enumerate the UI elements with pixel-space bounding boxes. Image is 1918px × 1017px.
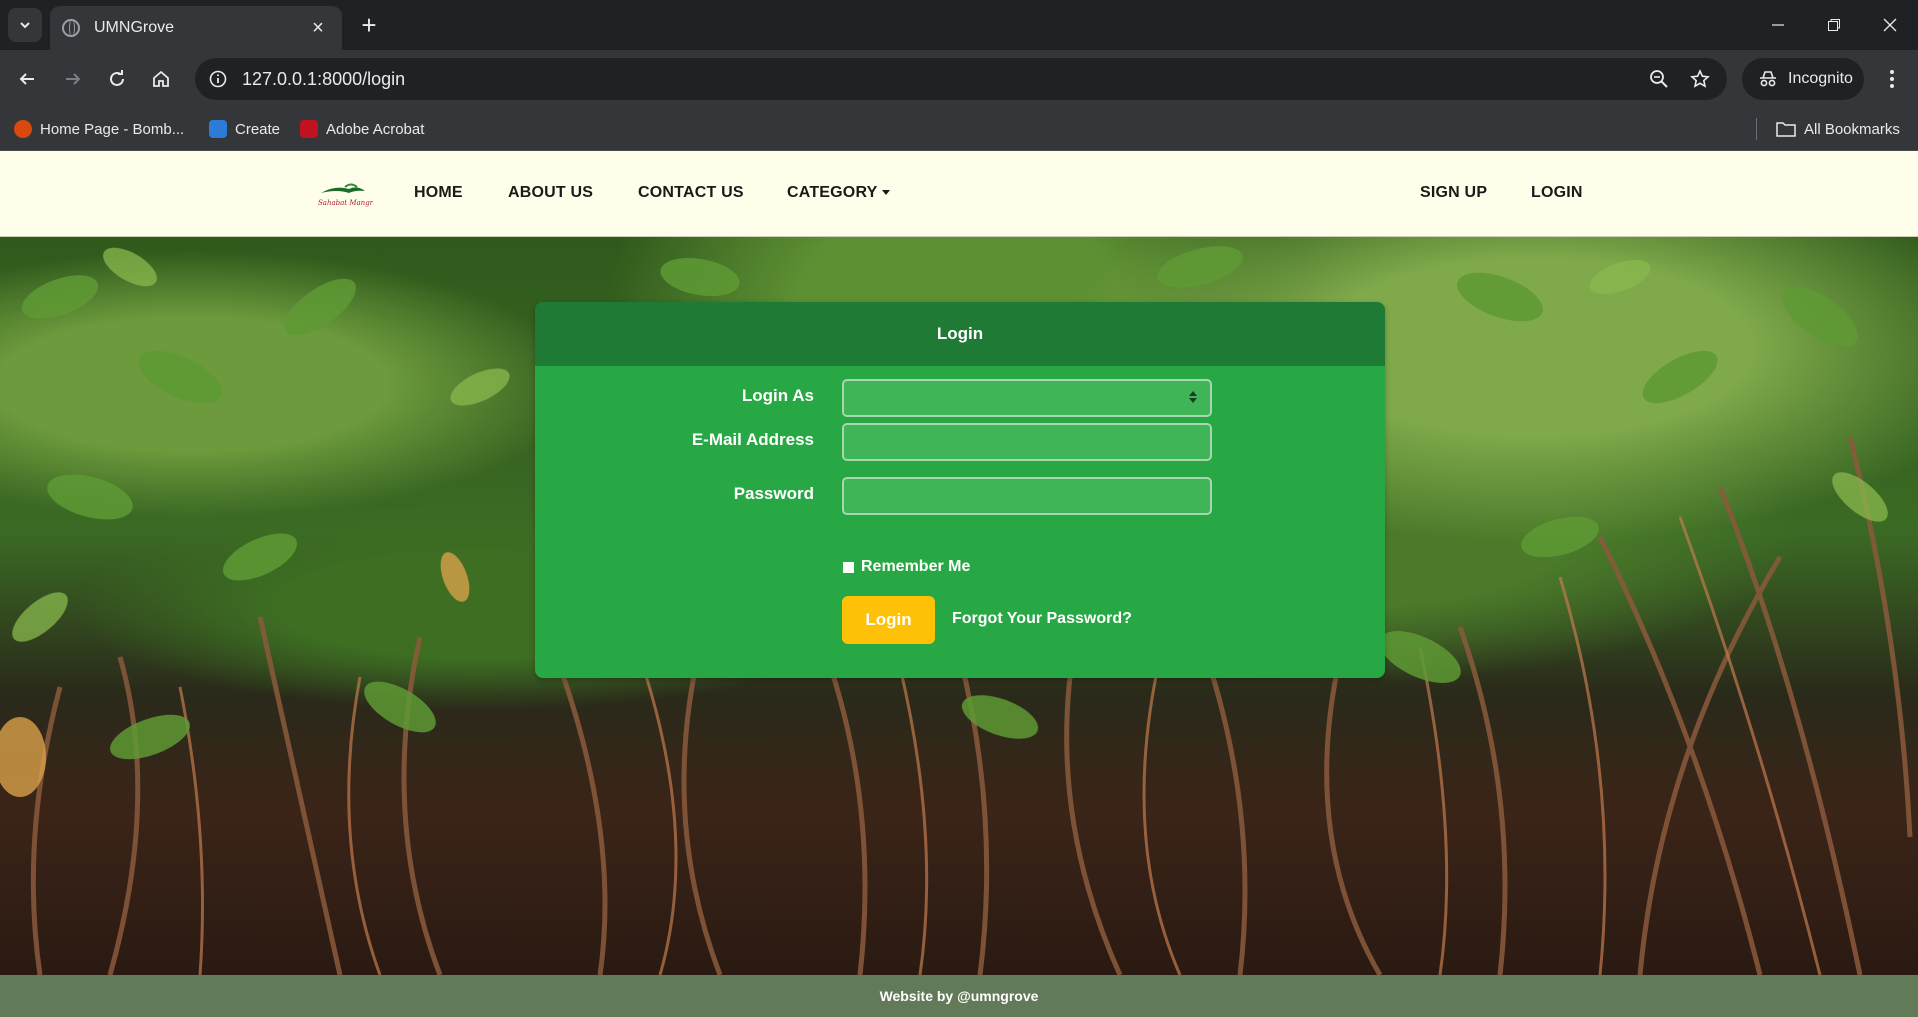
incognito-icon [1760,71,1776,87]
bookmark-label: Home Page - Bomb... [40,120,185,138]
mangrove-logo-icon: Sahabat Mangrove [318,183,385,207]
site-logo[interactable]: Sahabat Mangrove [315,181,385,209]
forward-button[interactable] [55,61,91,97]
select-arrows-icon [1188,391,1198,405]
site-info-icon[interactable] [205,66,231,92]
reload-button[interactable] [99,61,135,97]
bookmark-create[interactable]: Create [209,117,280,141]
password-field[interactable] [842,477,1212,515]
home-icon [153,70,169,87]
reload-icon [110,70,124,86]
browser-menu-button[interactable] [1878,65,1906,93]
browser-toolbar: 127.0.0.1:8000/login Incognito [0,50,1918,108]
bookmark-label: Create [235,120,281,138]
restore-icon [1828,19,1840,31]
bookmark-label: Adobe Acrobat [326,120,425,138]
minimize-button[interactable] [1750,0,1806,50]
close-icon[interactable]: × [306,17,330,40]
bookmarks-bar: Home Page - Bomb... Create Adobe Acrobat… [0,108,1918,151]
site-footer: Website by @umngrove [0,975,1918,1017]
web-page: Sahabat Mangrove HOME ABOUT US CONTACT U… [0,151,1918,1017]
email-field[interactable] [842,423,1212,461]
svg-text:Sahabat Mangrove: Sahabat Mangrove [318,199,373,207]
bookmark-home-page[interactable]: Home Page - Bomb... [14,117,184,141]
nav-category-dropdown[interactable]: CATEGORY [787,184,890,202]
caret-down-icon [881,190,890,196]
incognito-badge[interactable]: Incognito [1742,58,1864,100]
acrobat-favicon-icon [300,120,318,138]
chevron-down-icon [20,22,30,29]
back-button[interactable] [9,61,45,97]
browser-tab[interactable]: UMNGrove × [50,6,342,50]
new-tab-button[interactable]: + [352,8,386,42]
nav-category-label: CATEGORY [787,184,878,201]
login-card-header: Login [535,302,1385,366]
forgot-password-link[interactable]: Forgot Your Password? [952,610,1132,628]
close-icon [1883,18,1897,32]
create-favicon-icon [209,120,227,138]
minimize-icon [1772,24,1784,26]
login-card-title: Login [936,324,984,343]
url-text: 127.0.0.1:8000/login [242,69,406,89]
site-navbar: Sahabat Mangrove HOME ABOUT US CONTACT U… [0,151,1918,237]
address-bar[interactable]: 127.0.0.1:8000/login [195,58,1727,100]
all-bookmarks-label: All Bookmarks [1804,120,1900,138]
bookmarks-divider [1756,118,1757,140]
footer-text: Website by @umngrove [879,988,1039,1004]
password-label: Password [733,484,814,503]
folder-icon [1776,122,1796,137]
globe-icon [62,19,80,37]
zoom-icon[interactable] [1647,67,1671,91]
tab-search-button[interactable] [8,8,42,42]
incognito-label: Incognito [1788,70,1853,87]
bombay-favicon-icon [14,120,32,138]
more-vert-icon [1890,70,1894,88]
nav-contact-us[interactable]: CONTACT US [638,184,744,202]
login-as-label: Login As [741,386,814,405]
browser-tabstrip: UMNGrove × + [0,0,1918,50]
remember-me-label[interactable]: Remember Me [861,558,970,576]
nav-about-us[interactable]: ABOUT US [508,184,593,202]
bookmark-adobe-acrobat[interactable]: Adobe Acrobat [300,117,424,141]
arrow-right-icon [66,73,81,85]
remember-me-checkbox[interactable] [843,562,854,573]
tab-title: UMNGrove [94,19,175,36]
login-card: Login Login As E-Mail Address Password R… [535,302,1385,678]
restore-button[interactable] [1806,0,1862,50]
nav-sign-up[interactable]: SIGN UP [1420,184,1487,202]
email-label: E-Mail Address [691,430,814,449]
hero-background: Login Login As E-Mail Address Password R… [0,237,1918,975]
close-window-button[interactable] [1862,0,1918,50]
nav-home[interactable]: HOME [414,184,463,202]
all-bookmarks-button[interactable]: All Bookmarks [1776,117,1900,141]
home-button[interactable] [143,61,179,97]
arrow-left-icon [19,73,34,85]
star-icon[interactable] [1688,67,1712,91]
nav-login[interactable]: LOGIN [1531,184,1583,202]
login-as-select[interactable] [842,379,1212,417]
login-submit-button[interactable]: Login [842,596,935,644]
